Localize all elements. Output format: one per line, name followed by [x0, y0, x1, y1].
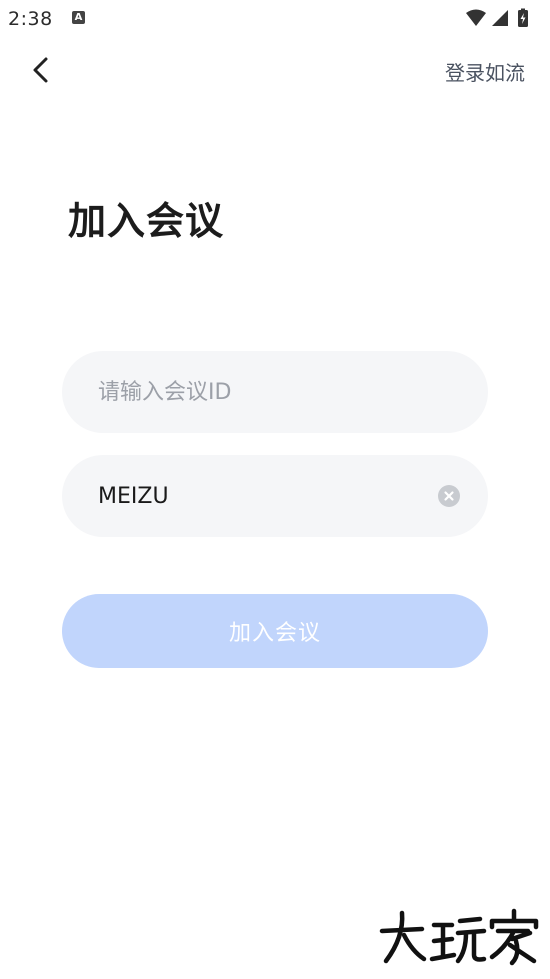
notification-glyph: A: [74, 12, 83, 23]
status-time: 2:38: [8, 8, 53, 30]
page-title: 加入会议: [68, 199, 225, 243]
chevron-left-icon: [33, 57, 48, 83]
join-meeting-button[interactable]: 加入会议: [62, 594, 488, 668]
status-bar: 2:38 A: [0, 0, 550, 40]
login-link[interactable]: 登录如流: [445, 57, 525, 86]
display-name-field[interactable]: [62, 455, 488, 537]
battery-charging-icon: [518, 8, 528, 27]
meeting-id-input[interactable]: [98, 351, 428, 433]
meeting-id-field[interactable]: [62, 351, 488, 433]
watermark-logo: [374, 907, 544, 967]
status-icons: [464, 8, 540, 30]
signal-icon: [492, 10, 508, 26]
clear-circle-icon[interactable]: [438, 485, 460, 507]
back-button[interactable]: [24, 52, 60, 88]
display-name-input[interactable]: [98, 455, 428, 537]
notification-icon: A: [72, 11, 85, 24]
wifi-icon: [466, 9, 486, 26]
